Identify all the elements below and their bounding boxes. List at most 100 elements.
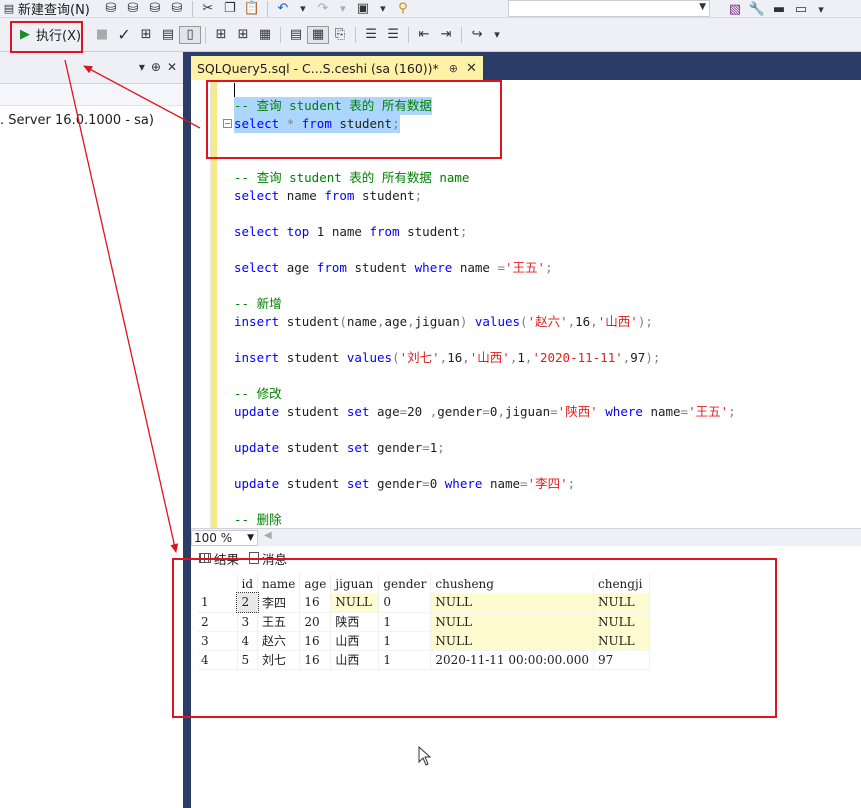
parse-check-icon[interactable]: ✓ <box>113 25 135 44</box>
grid-cell[interactable]: NULL <box>430 631 594 651</box>
table-row[interactable]: 2 3 王五 20 陕西 1 NULL NULL <box>197 612 650 632</box>
row-number-cell[interactable]: 2 <box>197 612 238 632</box>
grid-cell[interactable]: 王五 <box>257 612 301 632</box>
object-explorer-icon[interactable]: ▧ <box>724 0 746 18</box>
terminal-icon[interactable]: ▭ <box>790 0 812 18</box>
code-line[interactable]: -- 删除 <box>234 511 282 528</box>
grid-cell[interactable]: 2 <box>236 592 259 613</box>
grid-cell[interactable]: 1 <box>378 631 432 651</box>
row-number-cell[interactable]: 1 <box>197 593 238 613</box>
row-number-header[interactable] <box>197 574 238 593</box>
grid-cell[interactable]: 16 <box>299 593 332 613</box>
pin-icon[interactable]: ⊕ <box>449 62 458 75</box>
specify-values-icon[interactable]: ↪ <box>466 26 488 44</box>
zoom-select[interactable]: 100 % ▼ <box>191 530 258 546</box>
grid-cell[interactable]: 2020-11-11 00:00:00.000 <box>430 650 594 670</box>
grid-cell[interactable]: NULL <box>593 631 650 651</box>
dropdown-icon[interactable]: ▾ <box>374 0 392 18</box>
toolbar-overflow-icon[interactable]: ▾ <box>488 26 506 44</box>
tab-messages[interactable]: 消息 <box>249 549 287 568</box>
column-header-id[interactable]: id <box>237 574 259 593</box>
mdx-query-icon[interactable]: ⛁ <box>100 0 122 18</box>
code-line[interactable]: update student set age=20 ,gender=0,jigu… <box>234 403 736 421</box>
toolbox-icon[interactable]: ▬ <box>768 0 790 18</box>
fold-collapse-icon[interactable]: − <box>223 119 232 128</box>
tab-sqlquery5[interactable]: SQLQuery5.sql - C...S.ceshi (sa (160))* … <box>191 56 483 80</box>
paste-icon[interactable]: 📋 <box>241 0 263 18</box>
scroll-left-icon[interactable]: ◀ <box>264 530 272 541</box>
grid-cell[interactable]: 李四 <box>257 593 301 613</box>
column-header-chusheng[interactable]: chusheng <box>430 574 594 593</box>
tab-results[interactable]: 结果 <box>199 549 239 568</box>
code-line[interactable]: -- 新增 <box>234 295 282 313</box>
grid-cell[interactable]: 3 <box>237 612 259 632</box>
code-line[interactable]: -- 查询 student 表的 所有数据 <box>234 97 432 115</box>
code-line[interactable]: select top 1 name from student; <box>234 223 467 241</box>
auto-hide-pin-icon[interactable]: ⊕ <box>151 60 161 74</box>
grid-cell[interactable]: 山西 <box>330 631 380 651</box>
grid-cell[interactable]: 20 <box>299 612 332 632</box>
query-designer-icon[interactable]: ▤ <box>157 26 179 44</box>
grid-cell[interactable]: 山西 <box>330 650 380 670</box>
grid-cell[interactable]: 1 <box>378 612 432 632</box>
redo-icon[interactable]: ↷ <box>312 0 334 18</box>
code-line[interactable]: update student set gender=1; <box>234 439 445 457</box>
grid-cell[interactable]: NULL <box>430 612 594 632</box>
grid-cell[interactable]: 刘七 <box>257 650 301 670</box>
client-stats-icon[interactable]: ▦ <box>254 26 276 44</box>
live-stats-icon[interactable]: ⊞ <box>232 26 254 44</box>
table-row[interactable]: 3 4 赵六 16 山西 1 NULL NULL <box>197 631 650 651</box>
solution-config-combo[interactable]: ▼ <box>508 0 710 17</box>
grid-cell[interactable]: NULL <box>430 593 594 613</box>
results-to-grid-icon[interactable]: ▦ <box>307 25 330 44</box>
overflow-dropdown-icon[interactable]: ▾ <box>812 0 830 18</box>
find-icon[interactable]: ⚲ <box>392 0 414 18</box>
table-row[interactable]: 4 5 刘七 16 山西 1 2020-11-11 00:00:00.000 97 <box>197 650 650 670</box>
dmx-query-icon[interactable]: ⛁ <box>122 0 144 18</box>
panel-splitter[interactable] <box>183 52 191 808</box>
dax-query-icon[interactable]: ⛁ <box>166 0 188 18</box>
grid-cell[interactable]: 1 <box>378 650 432 670</box>
grid-cell[interactable]: NULL <box>593 612 650 632</box>
execute-button[interactable]: ▶ 执行(X) <box>16 23 85 47</box>
code-line[interactable]: insert student(name,age,jiguan) values('… <box>234 313 653 331</box>
redo-dropdown-icon[interactable]: ▾ <box>334 0 352 18</box>
results-to-icon[interactable]: ▯ <box>179 25 202 44</box>
grid-cell[interactable]: 4 <box>237 631 259 651</box>
grid-cell[interactable]: 16 <box>299 650 332 670</box>
properties-wrench-icon[interactable]: 🔧 <box>746 0 768 18</box>
grid-cell[interactable]: 赵六 <box>257 631 301 651</box>
new-query-icon[interactable]: ▤ <box>0 0 18 18</box>
grid-cell[interactable]: NULL <box>330 593 380 613</box>
code-line[interactable]: -- 修改 <box>234 385 282 403</box>
code-line[interactable]: update student set gender=0 where name='… <box>234 475 575 493</box>
table-row[interactable]: 1 2 李四 16 NULL 0 NULL NULL <box>197 592 650 613</box>
code-line[interactable]: select age from student where name ='王五'… <box>234 259 553 277</box>
grid-cell[interactable]: 5 <box>237 650 259 670</box>
row-number-cell[interactable]: 4 <box>197 650 238 670</box>
column-header-name[interactable]: name <box>257 574 301 593</box>
decrease-indent-icon[interactable]: ⇤ <box>413 26 435 44</box>
row-number-cell[interactable]: 3 <box>197 631 238 651</box>
code-line[interactable]: select * from student; <box>234 115 400 133</box>
close-icon[interactable]: ✕ <box>167 60 177 74</box>
grid-cell[interactable]: NULL <box>593 593 650 613</box>
grid-cell[interactable]: 16 <box>299 631 332 651</box>
results-grid[interactable]: id name age jiguan gender chusheng chengji 12李… <box>197 574 650 670</box>
display-plan-icon[interactable]: ⊞ <box>135 26 157 44</box>
grid-cell[interactable]: 陕西 <box>330 612 380 632</box>
activity-monitor-icon[interactable]: ▣ <box>352 0 374 18</box>
uncomment-lines-icon[interactable]: ☰ <box>382 26 404 44</box>
include-plan-icon[interactable]: ⊞ <box>210 26 232 44</box>
undo-icon[interactable]: ↶ <box>272 0 294 18</box>
increase-indent-icon[interactable]: ⇥ <box>435 26 457 44</box>
grid-cell[interactable]: 0 <box>378 593 432 613</box>
sql-editor[interactable]: − -- 查询 student 表的 所有数据 select * from stu… <box>191 80 861 528</box>
code-line[interactable]: select name from student; <box>234 187 422 205</box>
tree-node-server[interactable]: . Server 16.0.1000 - sa) <box>0 113 154 128</box>
code-line[interactable]: -- 查询 student 表的 所有数据 name <box>234 169 469 187</box>
new-query-button[interactable]: 新建查询(N) <box>18 0 90 18</box>
xmla-query-icon[interactable]: ⛁ <box>144 0 166 18</box>
column-header-gender[interactable]: gender <box>378 574 432 593</box>
column-header-chengji[interactable]: chengji <box>593 574 650 593</box>
